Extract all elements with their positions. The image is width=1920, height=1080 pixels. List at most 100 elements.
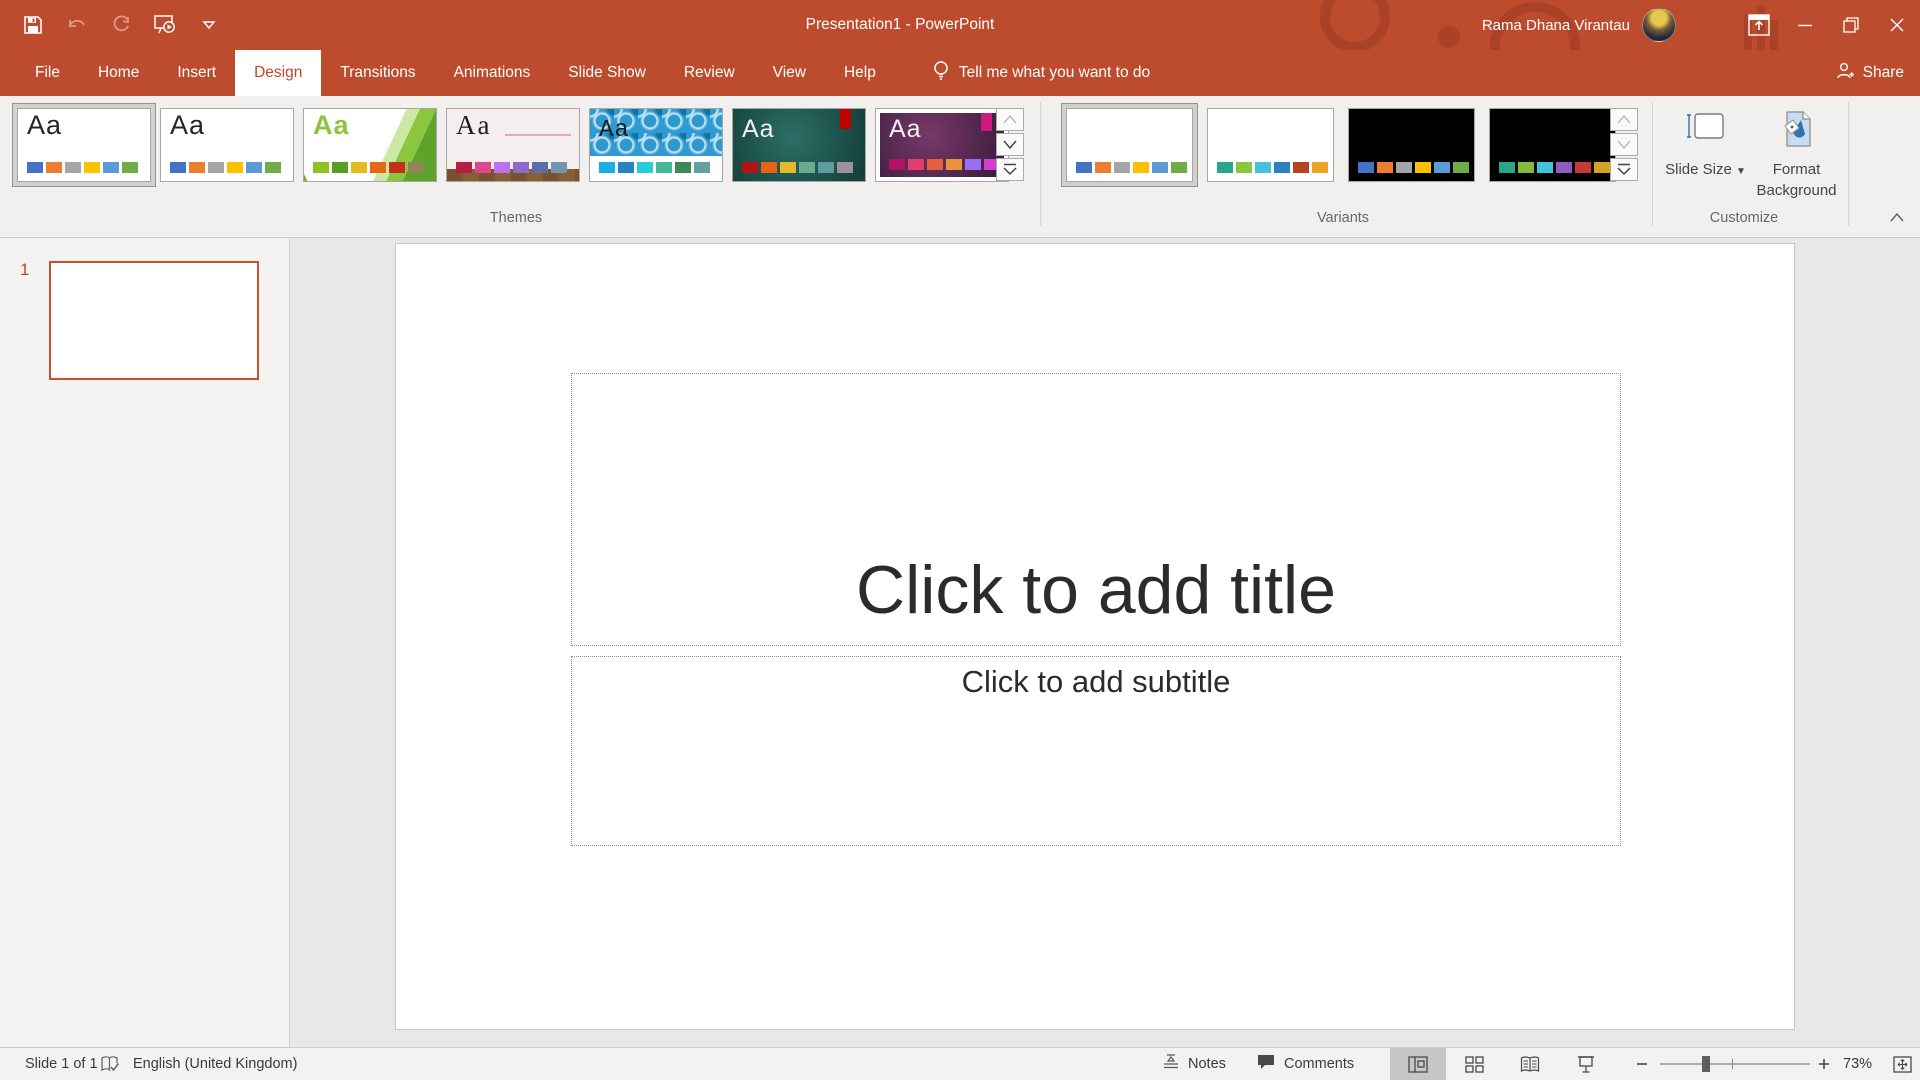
reading-view-button[interactable] xyxy=(1502,1048,1558,1080)
color-swatch xyxy=(694,162,710,173)
color-swatch xyxy=(1434,162,1450,173)
normal-view-button[interactable] xyxy=(1390,1048,1446,1080)
slide-sorter-view-button[interactable] xyxy=(1446,1048,1502,1080)
theme-color-swatches xyxy=(599,162,710,173)
theme-color-swatches xyxy=(170,162,281,173)
tab-view[interactable]: View xyxy=(754,50,825,96)
save-icon[interactable] xyxy=(18,10,48,40)
variant-thumbnail[interactable] xyxy=(1348,108,1475,182)
window-title: Presentation1 - PowerPoint xyxy=(806,0,995,50)
close-button[interactable] xyxy=(1874,0,1920,50)
color-swatch xyxy=(408,162,424,173)
notes-button[interactable]: Notes xyxy=(1162,1048,1226,1080)
color-swatch xyxy=(818,162,834,173)
avatar[interactable] xyxy=(1642,8,1676,42)
tab-home[interactable]: Home xyxy=(79,50,158,96)
theme-thumbnail[interactable]: Aa xyxy=(303,108,437,182)
color-swatch xyxy=(1152,162,1168,173)
color-swatch xyxy=(494,162,510,173)
color-swatch xyxy=(551,162,567,173)
themes-more-icon[interactable] xyxy=(996,158,1024,181)
theme-thumbnail[interactable]: Aa xyxy=(17,108,151,182)
color-swatch xyxy=(761,162,777,173)
fit-slide-to-window-icon[interactable] xyxy=(1893,1048,1912,1080)
color-swatch xyxy=(65,162,81,173)
variant-thumbnail[interactable] xyxy=(1207,108,1334,182)
share-label: Share xyxy=(1863,64,1904,82)
dropdown-arrow-icon: ▼ xyxy=(1736,166,1746,177)
start-from-beginning-icon[interactable] xyxy=(150,10,180,40)
theme-color-swatches xyxy=(27,162,138,173)
tab-transitions[interactable]: Transitions xyxy=(321,50,434,96)
tell-me-box[interactable]: Tell me what you want to do xyxy=(933,50,1150,96)
subtitle-placeholder[interactable]: Click to add subtitle xyxy=(571,656,1621,846)
tab-animations[interactable]: Animations xyxy=(435,50,550,96)
slide-thumbnail-1[interactable] xyxy=(49,261,259,380)
tab-file[interactable]: File xyxy=(16,50,79,96)
themes-gallery-scroll xyxy=(996,108,1024,181)
workspace: 1 Click to add title Click to add subtit… xyxy=(0,238,1920,1047)
themes-scroll-down-icon[interactable] xyxy=(996,133,1024,156)
user-name[interactable]: Rama Dhana Virantau xyxy=(1482,17,1630,34)
color-swatch xyxy=(656,162,672,173)
comments-button[interactable]: Comments xyxy=(1256,1048,1354,1080)
variants-scroll-down-icon[interactable] xyxy=(1610,133,1638,156)
zoom-slider-thumb[interactable] xyxy=(1702,1056,1710,1072)
theme-thumbnail[interactable]: Aa xyxy=(732,108,866,182)
slide-show-view-button[interactable] xyxy=(1558,1048,1614,1080)
ribbon-tab-row: FileHomeInsertDesignTransitionsAnimation… xyxy=(0,50,1920,96)
restore-button[interactable] xyxy=(1828,0,1874,50)
title-placeholder[interactable]: Click to add title xyxy=(571,373,1621,646)
tab-design[interactable]: Design xyxy=(235,50,321,96)
tab-review[interactable]: Review xyxy=(665,50,754,96)
subtitle-placeholder-text: Click to add subtitle xyxy=(962,664,1231,700)
color-swatch xyxy=(456,162,472,173)
theme-aa-sample: Aa xyxy=(889,115,922,144)
tab-insert[interactable]: Insert xyxy=(158,50,235,96)
variants-more-icon[interactable] xyxy=(1610,158,1638,181)
tab-slide-show[interactable]: Slide Show xyxy=(549,50,665,96)
zoom-level[interactable]: 73% xyxy=(1843,1048,1872,1080)
zoom-slider-track[interactable] xyxy=(1660,1063,1810,1065)
themes-scroll-up-icon[interactable] xyxy=(996,108,1024,131)
theme-color-swatches xyxy=(1358,162,1469,173)
color-swatch xyxy=(1453,162,1469,173)
customize-qat-chevron-icon[interactable] xyxy=(194,10,224,40)
variants-gallery-scroll xyxy=(1610,108,1638,181)
color-swatch xyxy=(599,162,615,173)
color-swatch xyxy=(1556,162,1572,173)
color-swatch xyxy=(1255,162,1271,173)
themes-gallery: AaAaAaAaAaAaAa xyxy=(17,108,1009,182)
customize-group-label: Customize xyxy=(1710,210,1779,226)
theme-thumbnail[interactable]: Aa xyxy=(875,108,1009,182)
ribbon-display-options-icon[interactable] xyxy=(1736,0,1782,50)
ribbon-tabs: FileHomeInsertDesignTransitionsAnimation… xyxy=(0,50,895,96)
variant-thumbnail[interactable] xyxy=(1066,108,1193,182)
minimize-button[interactable] xyxy=(1782,0,1828,50)
tab-help[interactable]: Help xyxy=(825,50,895,96)
slide-indicator[interactable]: Slide 1 of 1 xyxy=(25,1048,98,1080)
theme-thumbnail[interactable]: Aa xyxy=(446,108,580,182)
color-swatch xyxy=(313,162,329,173)
color-swatch xyxy=(246,162,262,173)
spellcheck-icon[interactable] xyxy=(100,1048,120,1080)
themes-group-label: Themes xyxy=(490,210,542,226)
language-indicator[interactable]: English (United Kingdom) xyxy=(133,1048,297,1080)
slide-canvas[interactable]: Click to add title Click to add subtitle xyxy=(395,243,1795,1030)
comments-icon xyxy=(1256,1053,1276,1075)
color-swatch xyxy=(965,159,981,170)
zoom-in-button[interactable] xyxy=(1818,1048,1830,1080)
zoom-out-button[interactable] xyxy=(1636,1048,1648,1080)
color-swatch xyxy=(532,162,548,173)
ribbon-design-tab-content: AaAaAaAaAaAaAa Slide Size ▼ xyxy=(0,96,1920,238)
theme-thumbnail[interactable]: Aa xyxy=(589,108,723,182)
variants-scroll-up-icon[interactable] xyxy=(1610,108,1638,131)
share-button[interactable]: Share xyxy=(1835,50,1904,96)
title-placeholder-text: Click to add title xyxy=(856,551,1336,629)
collapse-ribbon-icon[interactable] xyxy=(1884,206,1910,228)
variant-thumbnail[interactable] xyxy=(1489,108,1616,182)
theme-thumbnail[interactable]: Aa xyxy=(160,108,294,182)
notes-label: Notes xyxy=(1188,1056,1226,1072)
status-bar: Slide 1 of 1 English (United Kingdom) No… xyxy=(0,1047,1920,1080)
titlebar-pattern xyxy=(1320,0,1390,50)
